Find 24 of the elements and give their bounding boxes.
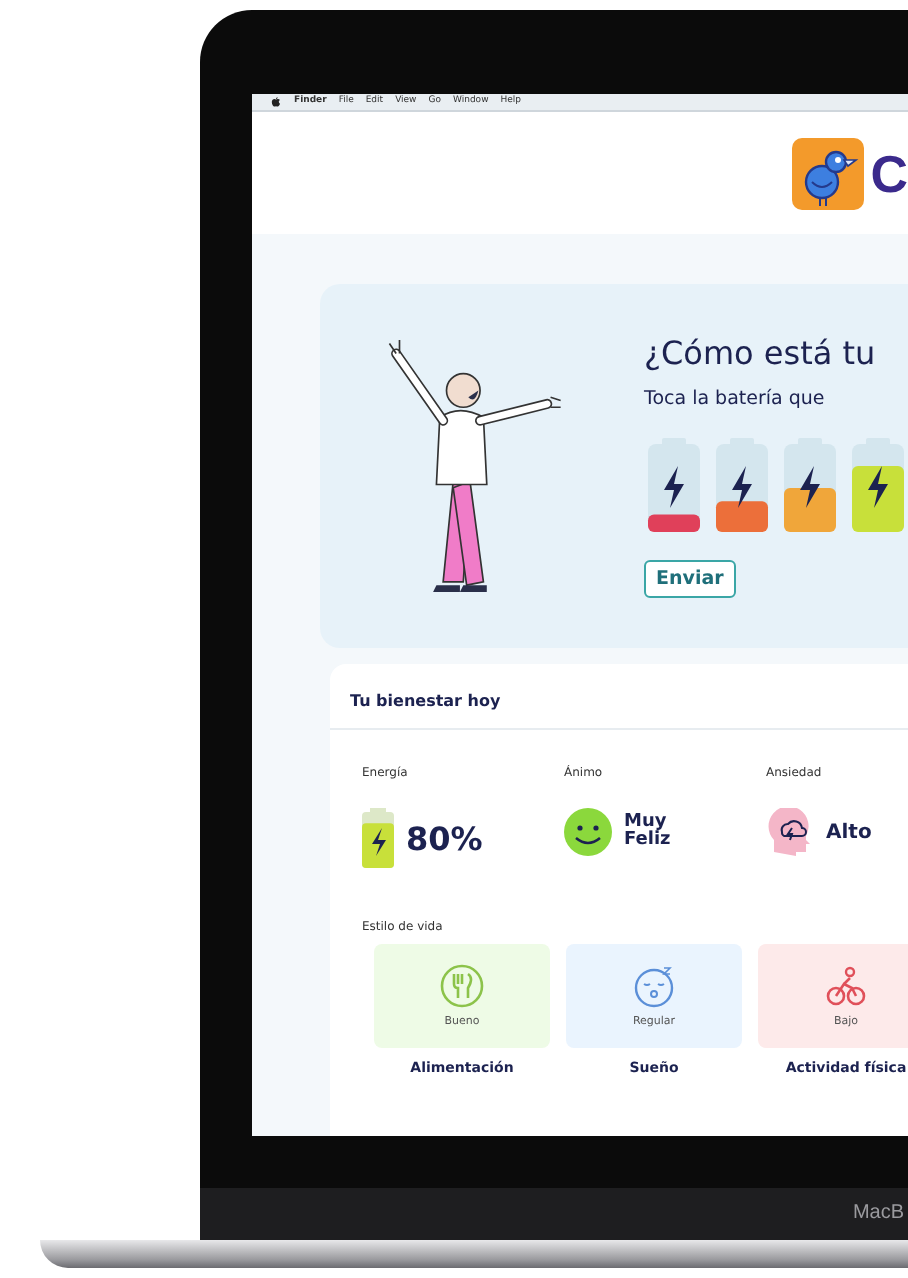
cyclist-icon xyxy=(824,964,868,1008)
battery-button[interactable] xyxy=(644,438,704,532)
metric-value: 80% xyxy=(406,819,483,857)
battery-button[interactable] xyxy=(848,438,908,532)
checkin-title: ¿Cómo está tu xyxy=(644,334,876,372)
checkin-subtitle: Toca la batería que xyxy=(644,388,825,410)
smiley-face-icon xyxy=(564,808,612,856)
fork-knife-icon xyxy=(440,964,484,1008)
send-button[interactable]: Enviar xyxy=(644,560,736,598)
apple-logo-icon xyxy=(270,96,282,108)
logo-text: C xyxy=(870,147,908,199)
bird-logo-icon xyxy=(792,137,865,209)
metric-value: Muy Feliz xyxy=(624,814,673,850)
laptop-brand-text: MacB xyxy=(852,1202,906,1224)
metric-value: Alto xyxy=(826,821,872,843)
lightning-icon xyxy=(732,466,752,508)
battery-button[interactable] xyxy=(712,438,772,532)
head-storm-cloud-icon xyxy=(766,808,814,856)
lightning-icon xyxy=(664,466,684,508)
lightning-icon xyxy=(868,466,888,508)
wellbeing-title: Tu bienestar hoy xyxy=(348,692,503,710)
sleeping-face-icon xyxy=(632,964,676,1008)
battery-button[interactable] xyxy=(780,438,840,532)
lightning-icon xyxy=(800,466,820,508)
